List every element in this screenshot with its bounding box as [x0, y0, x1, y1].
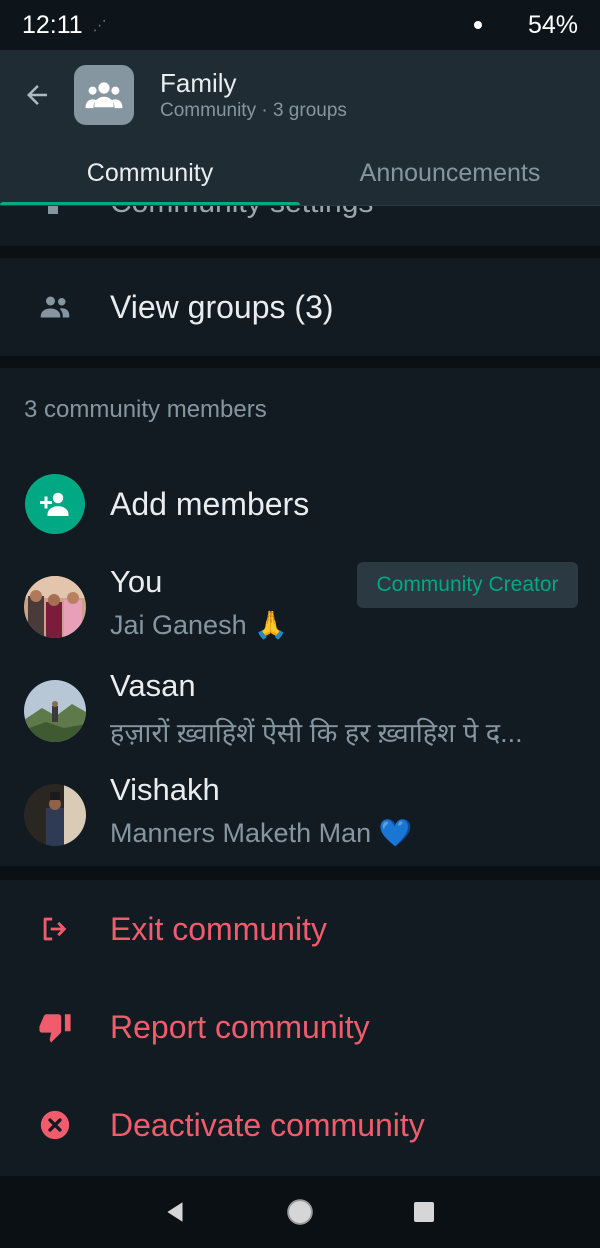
avatar — [24, 680, 86, 742]
nav-recents-button[interactable] — [362, 1176, 486, 1248]
member-about: Jai Ganesh 🙏 — [110, 610, 288, 640]
exit-icon — [43, 917, 67, 941]
view-groups-label: View groups (3) — [110, 288, 334, 325]
battery-level: 54% — [527, 10, 578, 39]
member-row-vishakh[interactable]: Vishakh Manners Maketh Man 💙 — [0, 772, 600, 876]
tab-announcements[interactable]: Announcements — [300, 140, 600, 206]
status-bar: 12:11 ⋰ 54% — [0, 0, 600, 50]
add-members-row[interactable]: Add members — [0, 466, 600, 542]
nav-back-button[interactable] — [114, 1176, 238, 1248]
circle-home-icon — [287, 1199, 313, 1225]
triangle-back-icon — [167, 1202, 183, 1222]
community-title: Family — [160, 68, 237, 98]
nav-home-button[interactable] — [238, 1176, 362, 1248]
member-row-vasan[interactable]: Vasan हज़ारों ख़्वाहिशें ऐसी कि हर ख़्वा… — [0, 668, 600, 772]
exit-community-row[interactable]: Exit community — [0, 880, 600, 978]
settings-icon — [48, 206, 58, 214]
avatar — [24, 576, 86, 638]
groups-icon — [40, 296, 70, 318]
add-member-icon — [25, 474, 85, 534]
square-recents-icon — [414, 1202, 434, 1222]
section-divider — [0, 866, 600, 880]
community-settings-item[interactable]: Community settings — [0, 206, 600, 246]
deactivate-community-label: Deactivate community — [110, 1106, 425, 1143]
community-creator-badge: Community Creator — [357, 562, 578, 608]
members-section-header: 3 community members — [24, 396, 267, 423]
x-circle-icon — [40, 1110, 70, 1140]
member-name: Vishakh — [110, 772, 220, 807]
avatar — [24, 784, 86, 846]
tab-bar: Community Announcements — [0, 140, 600, 206]
thumbs-down-icon — [39, 1014, 71, 1043]
report-community-row[interactable]: Report community — [0, 978, 600, 1076]
add-members-label: Add members — [110, 485, 310, 522]
community-subtitle: Community · 3 groups — [160, 100, 347, 121]
report-community-label: Report community — [110, 1008, 370, 1045]
group-icon — [85, 82, 123, 109]
tab-community[interactable]: Community — [0, 140, 300, 206]
member-about: हज़ारों ख़्वाहिशें ऐसी कि हर ख़्वाहिश पे… — [110, 718, 523, 748]
section-divider — [0, 246, 600, 258]
system-nav-bar — [0, 1176, 600, 1248]
view-groups-row[interactable]: View groups (3) — [0, 258, 600, 356]
exit-community-label: Exit community — [110, 910, 327, 947]
member-name: Vasan — [110, 668, 196, 703]
status-time: 12:11 — [22, 10, 83, 39]
community-settings-label: Community settings — [110, 206, 373, 220]
member-name: You — [110, 564, 163, 599]
signal-icon: ⋰ — [92, 16, 107, 33]
member-about: Manners Maketh Man 💙 — [110, 818, 413, 848]
arrow-left-icon — [27, 85, 47, 105]
community-avatar[interactable] — [74, 65, 134, 125]
section-divider — [0, 356, 600, 368]
app-bar: Family Community · 3 groups — [0, 50, 600, 140]
header-titles[interactable]: Family Community · 3 groups — [160, 68, 347, 122]
deactivate-community-row[interactable]: Deactivate community — [0, 1076, 600, 1174]
notification-dot-icon — [473, 21, 482, 29]
back-button[interactable] — [0, 50, 74, 140]
